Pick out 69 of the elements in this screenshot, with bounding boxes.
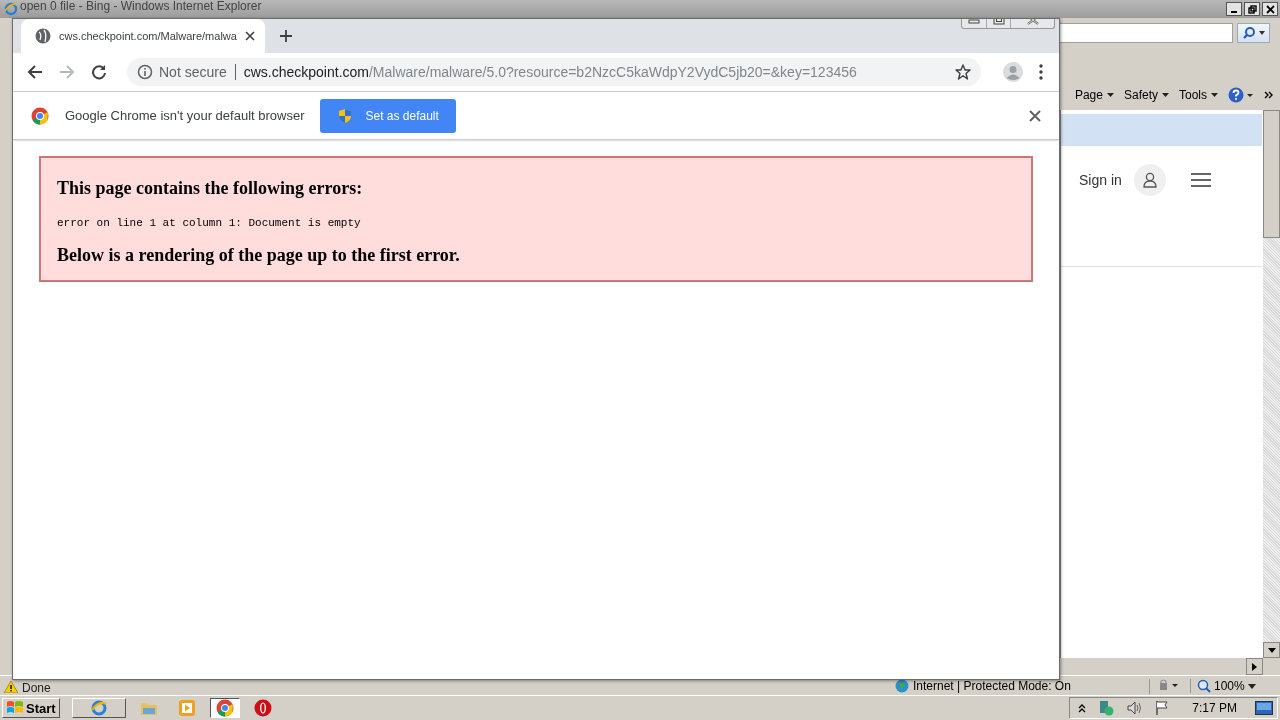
speaker-icon[interactable] [1126, 700, 1143, 716]
caret-icon [1259, 31, 1265, 35]
sign-in-link[interactable]: Sign in [1079, 172, 1122, 188]
error-footer: Below is a rendering of the page up to the first error. [57, 245, 1015, 266]
taskbar-chrome-button[interactable] [209, 698, 240, 718]
command-menu[interactable]: Tools [1179, 88, 1218, 102]
caret-icon [1211, 93, 1218, 97]
opera-icon[interactable] [253, 699, 272, 717]
flag-icon[interactable] [1154, 700, 1171, 716]
close-button[interactable] [1262, 2, 1278, 16]
restore-button[interactable] [1244, 2, 1260, 16]
globe-icon [35, 28, 51, 44]
search-icon [1242, 26, 1256, 40]
profile-icon[interactable] [1003, 62, 1023, 82]
user-icon[interactable] [1133, 164, 1166, 196]
caret-icon [1106, 93, 1114, 97]
tab-title: cws.checkpoint.com/Malware/malwa [59, 30, 237, 42]
url-text: cws.checkpoint.com/Malware/malware/5.0?resource=b2NzcC5kaWdpY2VydC5jb20=&key=123456 [243, 64, 858, 80]
minimize-button[interactable] [1226, 2, 1242, 16]
chrome-logo-icon [215, 699, 234, 717]
error-message: error on line 1 at column 1: Document is empty [57, 217, 362, 229]
star-icon[interactable] [955, 64, 971, 80]
infobar-message: Google Chrome isn't your default browser [65, 108, 305, 123]
info-icon[interactable] [137, 64, 153, 80]
scroll-right-button[interactable] [1246, 658, 1263, 675]
new-tab-icon[interactable] [278, 29, 293, 43]
address-bar[interactable]: Not secure cws.checkpoint.com/Malware/malware/5.0?resource=b2NzcC5kaWdpY2VydC5jb20=&key=123456 [127, 58, 981, 86]
window-title: open 0 file - Bing - Windows Internet Explorer [20, 0, 262, 13]
browser-tab[interactable]: cws.checkpoint.com/Malware/malwa [21, 19, 265, 53]
security-zone: Internet | Protected Mode: On [913, 679, 1071, 693]
chrome-logo-icon [31, 106, 49, 125]
globe-icon [895, 679, 909, 693]
error-heading: This page contains the following errors: [57, 178, 364, 199]
scrollbar[interactable] [1263, 110, 1280, 658]
scroll-down-icon[interactable] [1267, 647, 1276, 653]
caret-icon [1162, 93, 1169, 97]
security-label: Not secure [159, 64, 227, 80]
taskbar-browser-button[interactable] [71, 698, 126, 718]
menu-icon[interactable] [1189, 172, 1212, 188]
windows-logo-icon [6, 700, 24, 716]
restore-icon [1247, 4, 1257, 14]
caret-icon [1247, 683, 1256, 689]
chevron-icon[interactable] [1264, 90, 1274, 100]
show-desktop-icon[interactable] [1255, 701, 1273, 715]
tray-expand-icon[interactable] [1078, 703, 1087, 713]
more-menu-icon[interactable] [1039, 64, 1043, 80]
browser-logo-icon [4, 2, 18, 16]
zoom-icon [1197, 679, 1211, 693]
reload-icon[interactable] [91, 64, 107, 80]
close-icon[interactable] [244, 31, 255, 41]
scroll-right-icon[interactable] [1252, 662, 1257, 671]
shield-icon [337, 107, 354, 124]
command-menu[interactable]: Safety [1123, 88, 1169, 102]
clock[interactable]: 7:17 PM [1192, 701, 1237, 715]
zoom-button[interactable]: 100% [1190, 679, 1276, 693]
close-icon [1265, 4, 1275, 14]
status-text: Done [22, 681, 51, 695]
back-icon[interactable] [27, 64, 43, 80]
search-field[interactable] [1057, 23, 1233, 43]
help-icon[interactable] [1228, 87, 1254, 103]
command-menu[interactable]: Page [1074, 88, 1114, 102]
start-button[interactable]: Start [2, 698, 60, 718]
browser-logo-icon [89, 699, 108, 717]
scrollbar-thumb[interactable] [1263, 110, 1280, 238]
search-button[interactable] [1237, 23, 1270, 43]
set-default-button[interactable]: Set as default [320, 98, 456, 133]
close-icon[interactable] [1029, 109, 1041, 122]
scroll-down-button[interactable] [1263, 642, 1280, 658]
warning-icon [4, 681, 18, 693]
